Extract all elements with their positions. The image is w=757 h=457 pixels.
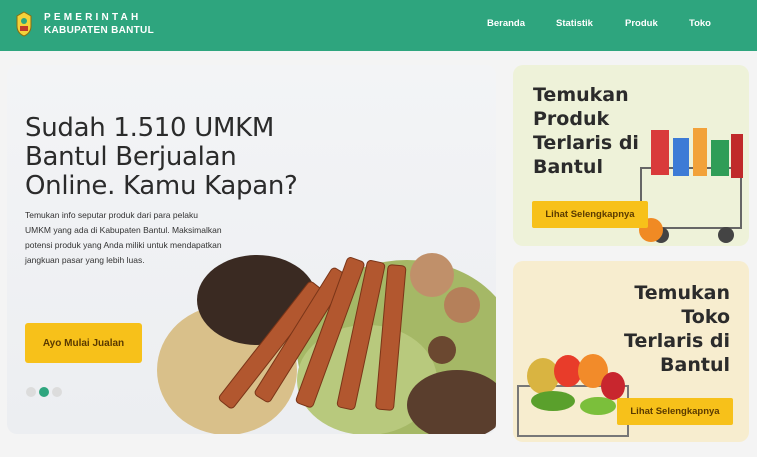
nav-produk[interactable]: Produk (625, 18, 658, 29)
brand-line-2: KABUPATEN BANTUL (44, 25, 154, 36)
nav-toko[interactable]: Toko (689, 18, 711, 29)
bantul-emblem-icon[interactable] (15, 11, 33, 37)
vegetable-basket-illustration (517, 354, 629, 437)
see-more-shops-button[interactable]: Lihat Selengkapnya (617, 398, 733, 425)
start-selling-button[interactable]: Ayo Mulai Jualan (25, 323, 142, 363)
top-shops-card[interactable]: Temukan Toko Terlaris di Bantul Lihat Se… (513, 261, 749, 442)
nav-beranda[interactable]: Beranda (487, 18, 525, 29)
carousel-dot[interactable] (26, 387, 36, 397)
carousel-dots (26, 387, 62, 397)
carousel-dot-active[interactable] (39, 387, 49, 397)
see-more-products-button[interactable]: Lihat Selengkapnya (532, 201, 648, 228)
hero-title: Sudah 1.510 UMKM Bantul Berjualan Online… (25, 113, 298, 201)
spices-illustration (157, 253, 496, 434)
carousel-dot[interactable] (52, 387, 62, 397)
top-products-title: Temukan Produk Terlaris di Bantul (533, 84, 639, 178)
shopping-cart-illustration (639, 128, 743, 243)
top-navbar: PEMERINTAH KABUPATEN BANTUL Beranda Stat… (0, 0, 757, 51)
brand-line-1: PEMERINTAH (44, 12, 142, 23)
brand-name[interactable]: PEMERINTAH KABUPATEN BANTUL (44, 12, 154, 37)
nav-statistik[interactable]: Statistik (556, 18, 593, 29)
top-products-card[interactable]: Temukan Produk Terlaris di Bantul Lihat … (513, 65, 749, 246)
hero-banner: Sudah 1.510 UMKM Bantul Berjualan Online… (7, 65, 496, 434)
